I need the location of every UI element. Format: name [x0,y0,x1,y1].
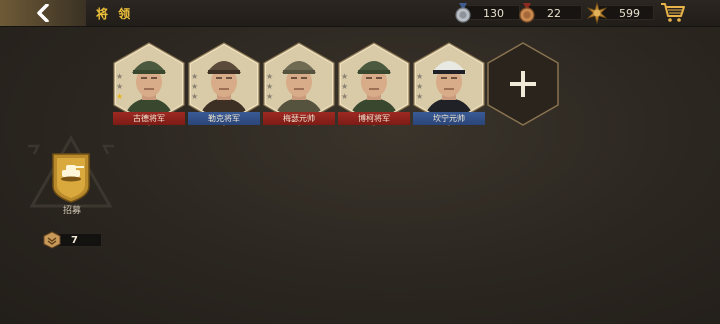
back-button[interactable] [0,0,86,26]
general-name: 梅瑟元帅 [263,112,335,125]
general-name: 勒克将军 [188,112,260,125]
rank-stars: ★ ★ ★ [341,72,351,102]
rank-stars: ★ ★ ★ [191,72,201,102]
rank-star-icon: ★ [191,92,199,101]
rank-star-icon: ★ [341,72,349,81]
general-name: 古德将军 [113,112,185,125]
general-card[interactable]: ★ ★ ★ 古德将军 [113,42,185,126]
shopping-cart-icon[interactable] [660,1,686,23]
general-card[interactable]: ★ ★ ★ 勒克将军 [188,42,260,126]
rank-star-icon: ★ [191,82,199,91]
plus-icon [510,71,536,97]
rank-star-icon: ★ [341,82,349,91]
general-name: 博柯将军 [338,112,410,125]
rank-stars: ★ ★ ★ [266,72,276,102]
rank-star-icon: ★ [191,72,199,81]
recruit-ticket-value: 7 [56,233,102,247]
rank-stars: ★ ★ ★ [416,72,426,102]
rank-star-icon: ★ [266,72,274,81]
general-card[interactable]: ★ ★ ★ 坎宁元帅 [413,42,485,126]
top-bar: 将 领 130 22 599 [0,0,720,27]
rank-star-icon: ★ [116,72,124,81]
general-card[interactable]: ★ ★ ★ 博柯将军 [338,42,410,126]
rank-star-icon: ★ [416,82,424,91]
chevron-left-icon [37,4,49,22]
recruit-ticket-icon [43,231,61,249]
rank-star-icon: ★ [116,92,124,101]
rank-star-icon: ★ [266,82,274,91]
page-title: 将 领 [96,7,134,21]
rank-star-icon: ★ [341,92,349,101]
general-card[interactable]: ★ ★ ★ 梅瑟元帅 [263,42,335,126]
rank-star-icon: ★ [116,82,124,91]
rank-star-icon: ★ [416,92,424,101]
add-general-slot[interactable] [487,42,559,126]
silver-medal-icon [455,3,471,23]
recruit-label: 招募 [62,206,81,216]
rank-star-icon: ★ [416,72,424,81]
recruit-ticket-counter: 7 [42,231,104,249]
bronze-medal-icon [519,3,535,23]
rank-star-icon: ★ [266,92,274,101]
rank-stars: ★ ★ ★ [116,72,126,102]
war-badge-icon [586,2,608,24]
general-name: 坎宁元帅 [413,112,485,125]
